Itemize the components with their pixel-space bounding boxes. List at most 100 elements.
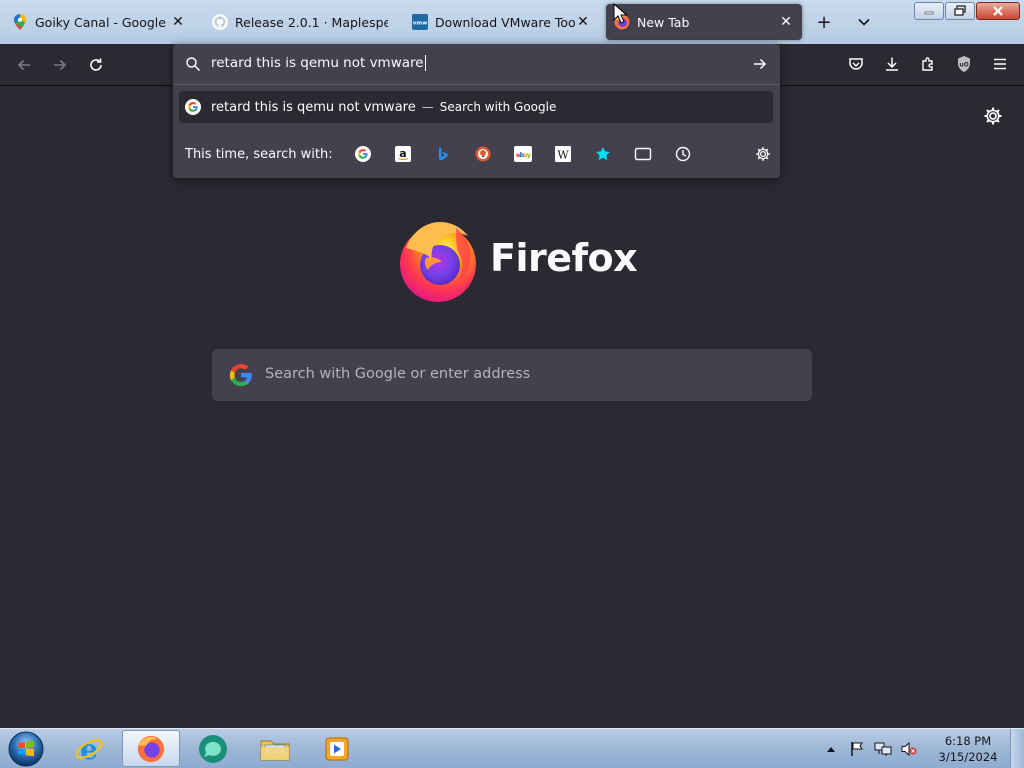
arrow-right-icon (754, 58, 767, 70)
puzzle-piece-icon (922, 57, 933, 71)
show-hidden-icons-button[interactable] (822, 740, 840, 758)
taskbar-internet-explorer[interactable]: e (60, 730, 118, 767)
chat-bubble-icon (199, 734, 227, 763)
taskbar-windows-explorer[interactable] (246, 730, 304, 767)
close-icon (993, 6, 1003, 16)
tab-vmware-tools[interactable]: vmw Download VMware Tools - VMware ✕ (404, 4, 600, 40)
wikipedia-icon: W (554, 146, 571, 162)
amazon-icon: a (394, 146, 411, 162)
urlbar-value: retard this is qemu not vmware (211, 55, 424, 71)
one-off-label: This time, search with: (185, 146, 333, 162)
star-icon (595, 147, 610, 161)
tab-title: Download VMware Tools - VMware (435, 14, 575, 30)
urlbar-input[interactable]: retard this is qemu not vmware (211, 55, 426, 71)
vmware-icon: vmw (412, 14, 428, 30)
tab-title: Release 2.0.1 · Maplespe/DWMBlurGlass (235, 14, 388, 30)
urlbar-popup: retard this is qemu not vmware retard th… (173, 44, 780, 178)
tab-title: Goiky Canal - Google Maps (35, 14, 170, 30)
action-center-flag-icon[interactable] (848, 740, 866, 758)
tab-strip: Goiky Canal - Google Maps ✕ Release 2.0.… (0, 0, 1024, 44)
google-icon (229, 363, 253, 387)
svg-text:W: W (557, 149, 569, 162)
duckduckgo-engine-button[interactable] (471, 142, 495, 166)
minimize-icon (924, 11, 934, 15)
google-engine-button[interactable] (351, 142, 375, 166)
tab-github-release[interactable]: Release 2.0.1 · Maplespe/DWMBlurGlass (204, 4, 396, 40)
triangle-up-icon (827, 747, 835, 752)
clock-date: 3/15/2024 (938, 750, 998, 764)
search-icon (185, 56, 201, 76)
close-window-button[interactable] (976, 2, 1020, 20)
bookmarks-search-button[interactable] (591, 142, 615, 166)
bing-engine-button[interactable] (431, 142, 455, 166)
suggestion-separator: — (421, 100, 434, 114)
tab-new-tab[interactable]: New Tab ✕ (606, 4, 802, 40)
svg-text:a: a (399, 147, 406, 160)
svg-text:uO: uO (959, 62, 968, 69)
chevron-down-icon (858, 18, 870, 26)
show-desktop-button[interactable] (1010, 729, 1024, 768)
system-clock[interactable]: 6:18 PM 3/15/2024 (930, 733, 1006, 765)
new-tab-button[interactable]: + (812, 10, 836, 34)
plus-icon: + (816, 11, 832, 33)
save-to-pocket-button[interactable] (846, 54, 866, 74)
download-icon (886, 57, 898, 71)
windows-taskbar: e 6:18 PM 3/15/2024 (0, 728, 1024, 768)
mouse-cursor-icon (613, 3, 627, 24)
tabs-search-button[interactable] (631, 142, 655, 166)
bing-icon (438, 147, 448, 161)
internet-explorer-icon: e (75, 734, 103, 764)
wikipedia-engine-button[interactable]: W (551, 142, 575, 166)
search-settings-button[interactable] (753, 144, 773, 164)
gear-icon (756, 147, 770, 161)
newtab-search-box[interactable]: Search with Google or enter address (212, 349, 812, 401)
extensions-button[interactable] (918, 54, 938, 74)
tab-close-icon[interactable]: ✕ (778, 14, 794, 30)
clock-icon (675, 146, 690, 162)
newtab-search-placeholder: Search with Google or enter address (265, 366, 531, 382)
urlbar[interactable]: retard this is qemu not vmware (173, 44, 780, 84)
ublock-origin-button[interactable]: uO (954, 54, 974, 74)
suggestion-query: retard this is qemu not vmware (211, 99, 416, 115)
back-button[interactable] (10, 52, 38, 78)
volume-muted-icon[interactable] (900, 740, 918, 758)
newtab-settings-button[interactable] (983, 106, 1003, 126)
taskbar-firefox[interactable] (122, 730, 180, 767)
tab-close-icon[interactable]: ✕ (575, 14, 591, 30)
history-search-button[interactable] (671, 142, 695, 166)
google-maps-pin-icon (12, 14, 28, 30)
windows-logo-icon (8, 731, 44, 767)
firefox-wordmark: Firefox (490, 236, 638, 280)
app-menu-button[interactable] (990, 54, 1010, 74)
notification-area: 6:18 PM 3/15/2024 (818, 729, 1024, 768)
taskbar-pinned-app[interactable] (184, 730, 242, 767)
ebay-icon: e ba y (513, 146, 532, 162)
window-controls (914, 2, 1020, 20)
firefox-logo-icon (396, 218, 482, 304)
gear-icon (984, 107, 1002, 125)
ebay-engine-button[interactable]: ebay (511, 142, 535, 166)
amazon-engine-button[interactable]: a (391, 142, 415, 166)
list-all-tabs-button[interactable] (852, 10, 876, 34)
google-icon (354, 146, 371, 162)
folder-icon (260, 740, 290, 760)
start-button[interactable] (6, 730, 46, 768)
arrow-right-icon (54, 59, 67, 71)
google-icon (185, 99, 201, 115)
go-button[interactable] (750, 54, 770, 74)
svg-text:e: e (80, 734, 98, 764)
tab-close-icon[interactable]: ✕ (170, 14, 186, 30)
suggestion-action: Search with Google (439, 100, 557, 114)
one-off-search-bar: This time, search with: a ebay W (185, 142, 775, 166)
reload-button[interactable] (82, 52, 110, 78)
network-icon[interactable] (874, 740, 892, 758)
minimize-button[interactable] (914, 2, 944, 20)
ublock-shield-icon: uO (958, 56, 970, 72)
text-caret (424, 55, 426, 71)
downloads-button[interactable] (882, 54, 902, 74)
tab-google-maps[interactable]: Goiky Canal - Google Maps ✕ (4, 4, 194, 40)
forward-button[interactable] (46, 52, 74, 78)
search-suggestion-row[interactable]: retard this is qemu not vmware — Search … (179, 91, 773, 123)
taskbar-media-player[interactable] (308, 730, 366, 767)
restore-button[interactable] (945, 2, 975, 20)
